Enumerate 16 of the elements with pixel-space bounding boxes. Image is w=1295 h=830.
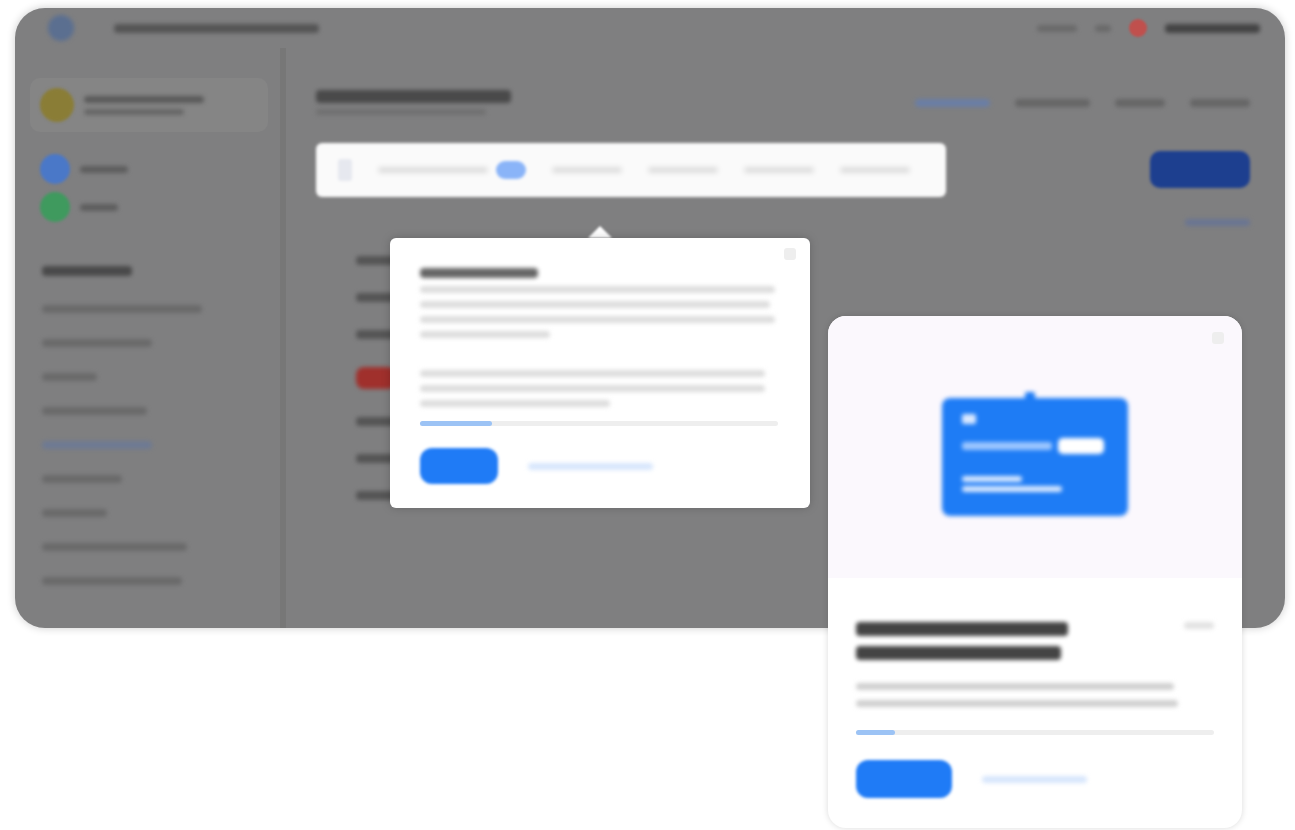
blurred-text — [1184, 622, 1214, 629]
blurred-text[interactable] — [528, 462, 653, 470]
avatar-icon[interactable] — [1129, 19, 1147, 37]
blurred-text[interactable] — [982, 775, 1087, 783]
account-card[interactable] — [30, 78, 268, 132]
blurred-text[interactable] — [80, 165, 128, 173]
shortcut-icon[interactable] — [40, 192, 70, 222]
next-button[interactable] — [420, 448, 498, 484]
primary-button[interactable] — [1150, 151, 1250, 188]
account-icon — [40, 88, 74, 122]
blurred-text[interactable] — [915, 98, 990, 107]
app-logo-icon — [48, 15, 74, 41]
shortcut-icon[interactable] — [40, 154, 70, 184]
blurred-text[interactable] — [1165, 23, 1260, 33]
blurred-text[interactable] — [80, 203, 118, 211]
start-button[interactable] — [856, 760, 952, 798]
